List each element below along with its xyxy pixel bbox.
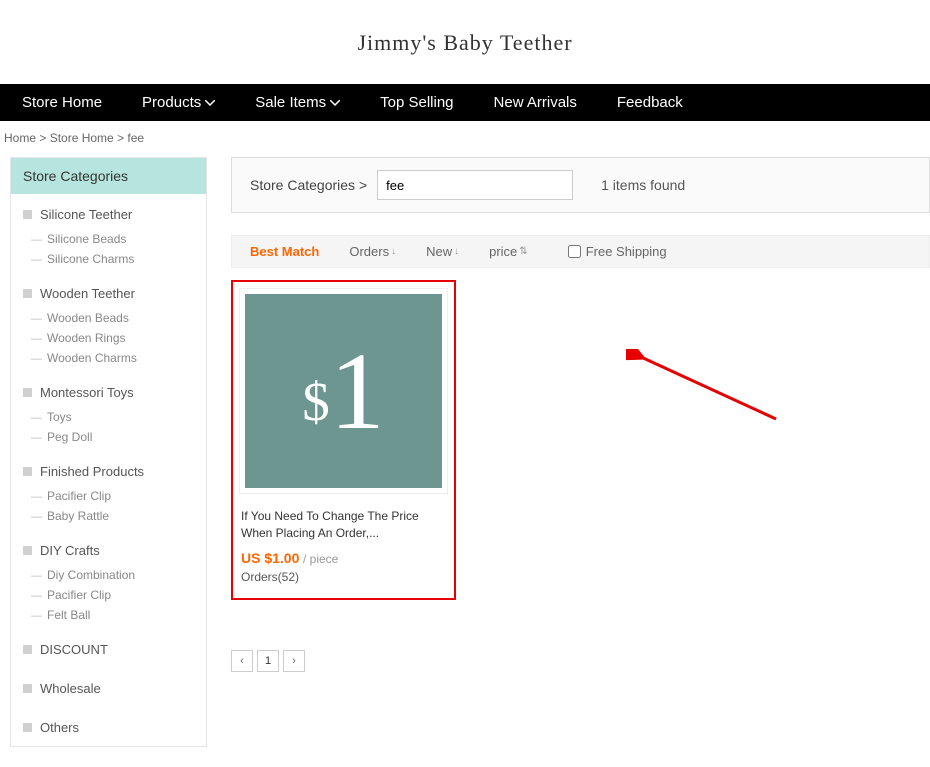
search-input-wrap [377,170,573,200]
product-image: $1 [245,294,442,488]
subcategory-wooden-charms[interactable]: Wooden Charms [23,348,194,368]
category-label: Finished Products [40,464,144,479]
subcategory-pacifier-clip[interactable]: Pacifier Clip [23,585,194,605]
category-bullet-icon [23,210,32,219]
subcategory-wooden-rings[interactable]: Wooden Rings [23,328,194,348]
dollar-one-graphic: $1 [302,336,385,446]
items-found-label: 1 items found [601,177,685,193]
category-label: Silicone Teether [40,207,132,222]
sidebar: Store Categories Silicone Teether Silicon… [10,157,207,747]
search-label: Store Categories > [250,177,367,193]
nav-new-arrivals[interactable]: New Arrivals [494,94,577,111]
category-wooden-teether[interactable]: Wooden Teether [23,279,194,308]
category-others[interactable]: Others [23,713,194,742]
free-shipping-filter[interactable]: Free Shipping [568,244,667,259]
category-search-bar: Store Categories > 1 items found [231,157,930,213]
price-value: US $1.00 [241,550,299,566]
sort-price[interactable]: price⇅ [489,244,528,259]
free-shipping-checkbox[interactable] [568,245,581,258]
page-next-button[interactable]: › [283,650,305,672]
subcategory-silicone-charms[interactable]: Silicone Charms [23,249,194,269]
product-price: US $1.00 / piece [239,550,448,566]
breadcrumb: Home > Store Home > fee [0,121,930,157]
subcategory-diy-combination[interactable]: Diy Combination [23,565,194,585]
nav-products[interactable]: Products [142,94,215,111]
product-image-wrap: $1 [239,288,448,494]
category-bullet-icon [23,645,32,654]
category-finished-products[interactable]: Finished Products [23,457,194,486]
sidebar-title: Store Categories [11,158,206,194]
subcategory-felt-ball[interactable]: Felt Ball [23,605,194,625]
product-orders: Orders(52) [239,570,448,584]
nav-new-label: New Arrivals [494,94,577,111]
category-bullet-icon [23,388,32,397]
nav-products-label: Products [142,94,201,111]
nav-sale-label: Sale Items [255,94,326,111]
category-label: Montessori Toys [40,385,134,400]
nav-top-selling[interactable]: Top Selling [380,94,453,111]
nav-feedback[interactable]: Feedback [617,94,683,111]
category-label: Wholesale [40,681,101,696]
page-number[interactable]: 1 [257,650,279,672]
main-nav: Store Home Products Sale Items Top Selli… [0,84,930,121]
subcategory-peg-doll[interactable]: Peg Doll [23,427,194,447]
subcategory-toys[interactable]: Toys [23,407,194,427]
sort-price-label: price [489,244,517,259]
chevron-down-icon [205,100,215,106]
subcategory-silicone-beads[interactable]: Silicone Beads [23,229,194,249]
category-bullet-icon [23,546,32,555]
category-label: DIY Crafts [40,543,100,558]
category-wholesale[interactable]: Wholesale [23,674,194,703]
breadcrumb-current: fee [127,131,144,145]
sort-orders[interactable]: Orders↓ [349,244,396,259]
arrow-down-icon: ↓ [454,246,459,257]
product-title: If You Need To Change The Price When Pla… [239,508,448,542]
category-bullet-icon [23,289,32,298]
sort-orders-label: Orders [349,244,389,259]
subcategory-wooden-beads[interactable]: Wooden Beads [23,308,194,328]
nav-store-home-label: Store Home [22,94,102,111]
category-silicone-teether[interactable]: Silicone Teether [23,200,194,229]
chevron-down-icon [330,100,340,106]
pagination: ‹ 1 › [231,650,930,672]
content-area: Store Categories > 1 items found Best Ma… [231,157,930,672]
category-bullet-icon [23,467,32,476]
store-title: Jimmy's Baby Teether [0,30,930,56]
subcategory-pacifier-clip[interactable]: Pacifier Clip [23,486,194,506]
arrow-updown-icon: ⇅ [519,246,527,257]
breadcrumb-home[interactable]: Home [4,131,36,145]
category-diy-crafts[interactable]: DIY Crafts [23,536,194,565]
nav-store-home[interactable]: Store Home [22,94,102,111]
nav-feedback-label: Feedback [617,94,683,111]
breadcrumb-store-home[interactable]: Store Home [50,131,114,145]
category-label: Others [40,720,79,735]
sort-best-match[interactable]: Best Match [250,244,319,259]
search-input[interactable] [378,171,570,199]
free-shipping-label: Free Shipping [586,244,667,259]
category-bullet-icon [23,723,32,732]
category-discount[interactable]: DISCOUNT [23,635,194,664]
price-unit: / piece [303,552,338,566]
arrow-down-icon: ↓ [391,246,396,257]
page-prev-button[interactable]: ‹ [231,650,253,672]
product-card[interactable]: $1 If You Need To Change The Price When … [231,280,456,600]
category-label: Wooden Teether [40,286,135,301]
category-bullet-icon [23,684,32,693]
subcategory-baby-rattle[interactable]: Baby Rattle [23,506,194,526]
sort-new-label: New [426,244,452,259]
nav-top-label: Top Selling [380,94,453,111]
sort-bar: Best Match Orders↓ New↓ price⇅ Free Ship… [231,235,930,268]
sort-new[interactable]: New↓ [426,244,459,259]
category-montessori-toys[interactable]: Montessori Toys [23,378,194,407]
category-label: DISCOUNT [40,642,108,657]
nav-sale-items[interactable]: Sale Items [255,94,340,111]
